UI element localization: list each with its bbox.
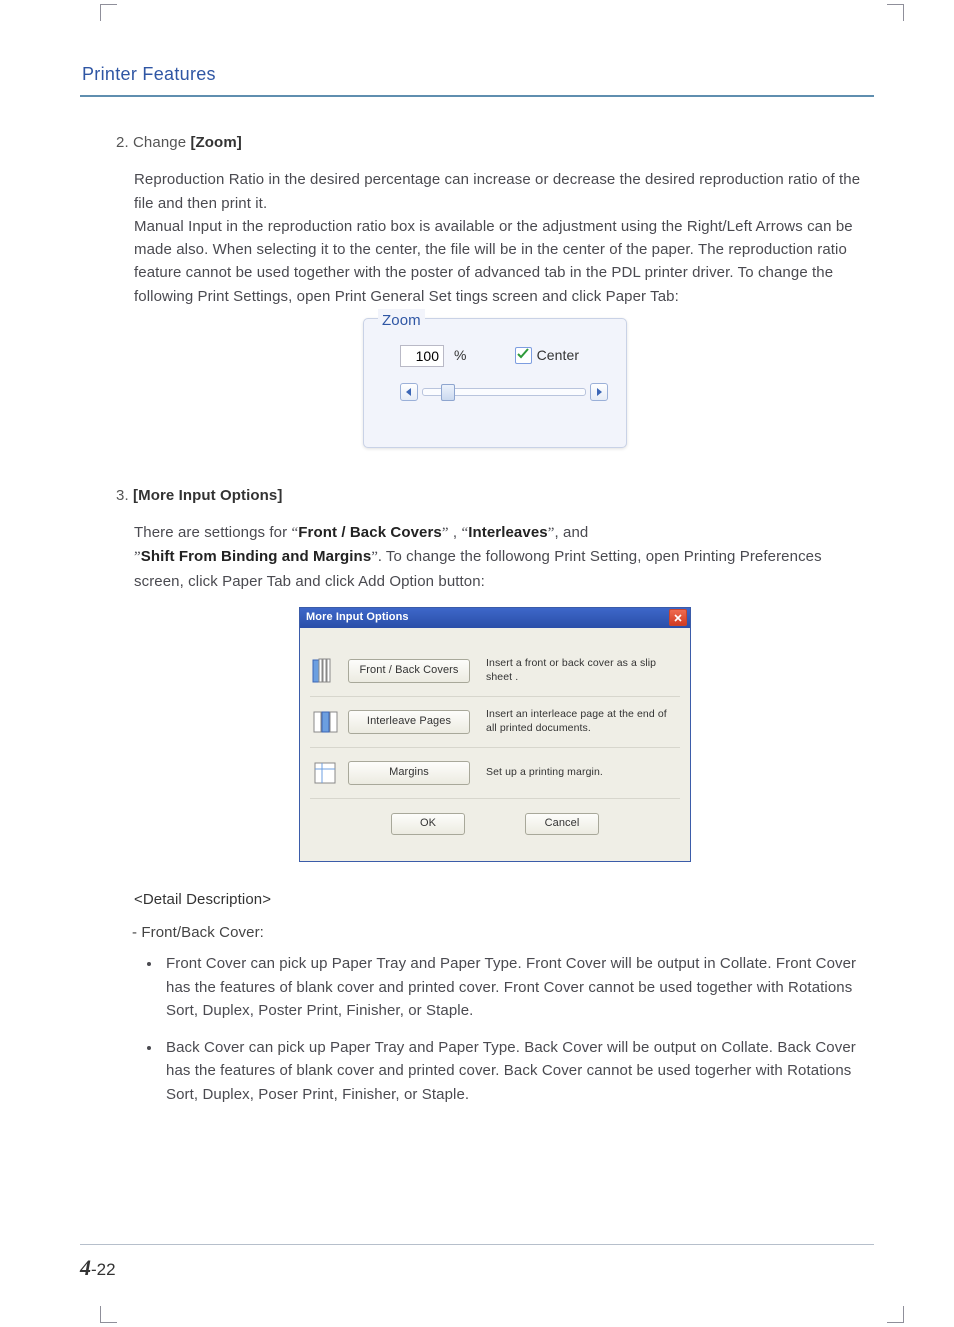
quote-open: ” [134, 549, 141, 565]
crop-mark [100, 4, 117, 21]
ok-button[interactable]: OK [391, 813, 465, 835]
step-bold: [More Input Options] [133, 487, 282, 504]
dialog-row: Margins Set up a printing margin. [310, 747, 680, 798]
term: Shift From Binding and Margins [141, 548, 372, 565]
zoom-legend: Zoom [378, 309, 425, 332]
step-2-heading: 2. Change [Zoom] [116, 131, 874, 154]
zoom-panel: Zoom % Center [363, 318, 627, 448]
margins-icon [310, 758, 340, 788]
list-item: Back Cover can pick up Paper Tray and Pa… [162, 1036, 874, 1106]
center-checkbox-wrap[interactable]: Center [515, 345, 580, 367]
page-in-chapter: 22 [97, 1260, 116, 1279]
row-description: Insert a front or back cover as a slip s… [478, 657, 676, 684]
step-2-paragraph: Reproduction Ratio in the desired percen… [134, 168, 874, 308]
dialog-titlebar[interactable]: More Input Options [300, 608, 690, 628]
zoom-slider [364, 375, 626, 401]
center-checkbox-label: Center [537, 345, 580, 367]
divider [80, 95, 874, 97]
text-run: There are settiongs for [134, 524, 291, 541]
chapter-number: 4 [80, 1255, 91, 1280]
step-3-heading: 3. [More Input Options] [116, 484, 874, 507]
step-number: 2. [116, 134, 129, 151]
footer-divider [80, 1244, 874, 1245]
interleave-icon [310, 707, 340, 737]
crop-mark [887, 4, 904, 21]
dialog-body: Front / Back Covers Insert a front or ba… [300, 628, 690, 861]
row-description: Set up a printing margin. [478, 766, 676, 780]
text-run: , and [554, 524, 588, 541]
covers-icon [310, 656, 340, 686]
slider-left-button[interactable] [400, 383, 418, 401]
content-body: 2. Change [Zoom] Reproduction Ratio in t… [80, 131, 874, 1106]
percent-label: % [454, 345, 467, 367]
section-title: Printer Features [82, 64, 874, 85]
detail-lead: - Front/Back Cover: [132, 921, 874, 944]
page: Printer Features 2. Change [Zoom] Reprod… [0, 0, 954, 1327]
checkbox-checked-icon[interactable] [515, 347, 532, 364]
crop-mark [100, 1306, 117, 1323]
slider-thumb[interactable] [441, 384, 455, 401]
dialog-row: Interleave Pages Insert an interleace pa… [310, 696, 680, 747]
term: Front / Back Covers [298, 524, 442, 541]
step-3-paragraph: There are settiongs for “Front / Back Co… [134, 521, 874, 593]
step-bold: [Zoom] [190, 134, 241, 151]
term: Interleaves [468, 524, 547, 541]
row-description: Insert an interleace page at the end of … [478, 708, 676, 735]
dialog-actions: OK Cancel [310, 798, 680, 851]
step-number: 3. [116, 487, 129, 504]
front-back-covers-button[interactable]: Front / Back Covers [348, 659, 470, 683]
list-item: Front Cover can pick up Paper Tray and P… [162, 952, 874, 1022]
more-input-options-dialog: More Input Options Front / Back Covers I… [299, 607, 691, 862]
slider-right-button[interactable] [590, 383, 608, 401]
dialog-title: More Input Options [306, 609, 409, 626]
zoom-input[interactable] [400, 345, 444, 367]
step-prefix: Change [133, 134, 186, 151]
detail-heading: <Detail Description> [134, 888, 874, 911]
close-button[interactable] [669, 609, 687, 626]
dialog-row: Front / Back Covers Insert a front or ba… [310, 646, 680, 696]
page-number: 4-22 [80, 1255, 116, 1281]
cancel-button[interactable]: Cancel [525, 813, 599, 835]
quote-close: ” [442, 525, 449, 541]
crop-mark [887, 1306, 904, 1323]
margins-button[interactable]: Margins [348, 761, 470, 785]
detail-bullets: Front Cover can pick up Paper Tray and P… [162, 952, 874, 1106]
interleave-pages-button[interactable]: Interleave Pages [348, 710, 470, 734]
slider-track[interactable] [422, 388, 586, 396]
quote-close: ”. [371, 549, 382, 565]
